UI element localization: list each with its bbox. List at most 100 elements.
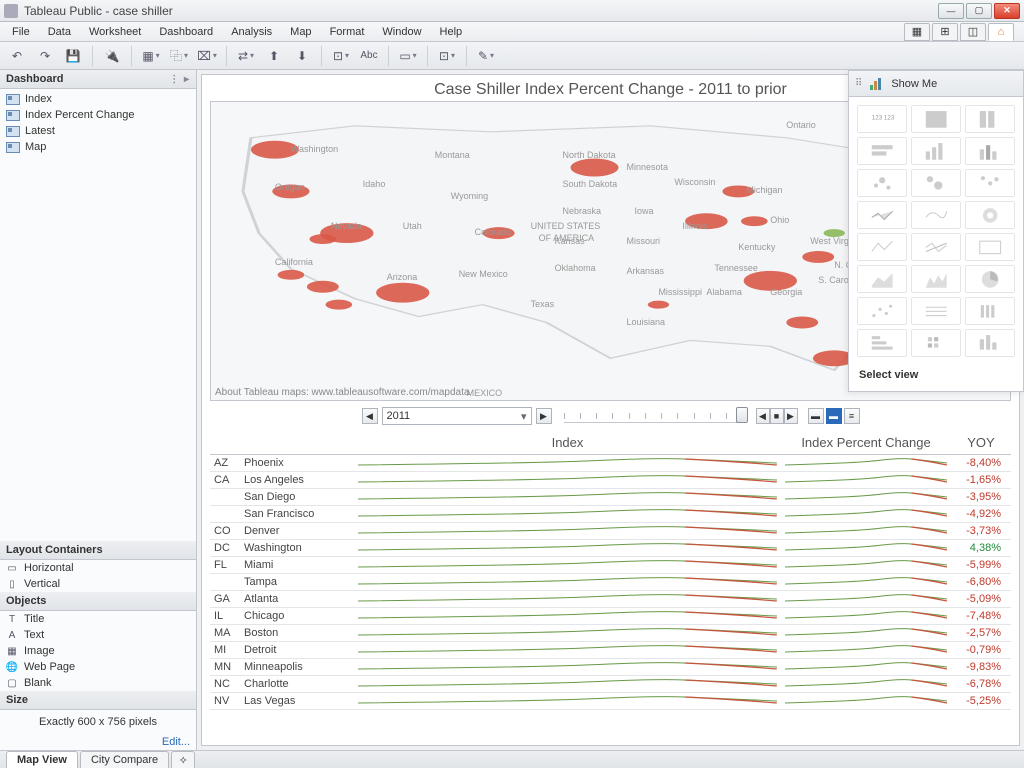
edit-size-link[interactable]: Edit... (0, 734, 196, 750)
mode-tab-home[interactable]: ⌂ (988, 23, 1014, 41)
chart-type-option[interactable] (965, 169, 1015, 197)
map-bubble[interactable] (571, 159, 619, 177)
table-row[interactable]: Tampa-6,80% (210, 574, 1011, 591)
chart-type-option[interactable] (965, 105, 1015, 133)
new-sheet-tab[interactable]: ✧ (171, 751, 195, 768)
menu-format[interactable]: Format (322, 24, 373, 40)
layout-vertical[interactable]: ▯Vertical (0, 576, 196, 592)
panel-menu-icon[interactable]: ⋮ ▸ (169, 74, 190, 85)
chart-type-option[interactable] (965, 297, 1015, 325)
highlight-button[interactable]: ✎ (475, 45, 497, 67)
sort-desc-button[interactable]: ⬇ (291, 45, 313, 67)
chart-type-option[interactable] (911, 201, 961, 229)
table-row[interactable]: MABoston-2,57% (210, 625, 1011, 642)
connect-button[interactable]: 🔌 (101, 45, 123, 67)
table-row[interactable]: San Francisco-4,92% (210, 506, 1011, 523)
chart-type-option[interactable] (965, 329, 1015, 357)
tab-city-compare[interactable]: City Compare (80, 751, 169, 768)
map-bubble[interactable] (648, 301, 669, 309)
chart-type-option[interactable] (911, 105, 961, 133)
swap-button[interactable]: ⇄ (235, 45, 257, 67)
table-row[interactable]: NCCharlotte-6,78% (210, 676, 1011, 693)
sheet-item[interactable]: Index (0, 91, 196, 107)
object-blank[interactable]: ▢Blank (0, 675, 196, 691)
chart-type-option[interactable] (911, 265, 961, 293)
sort-asc-button[interactable]: ⬆ (263, 45, 285, 67)
chart-type-option[interactable] (911, 233, 961, 261)
menu-help[interactable]: Help (432, 24, 471, 40)
play-fwd-button[interactable]: ▶ (784, 408, 798, 424)
menu-analysis[interactable]: Analysis (223, 24, 280, 40)
chart-type-option[interactable] (911, 169, 961, 197)
map-bubble[interactable] (326, 300, 353, 310)
chart-type-option[interactable] (965, 201, 1015, 229)
object-text[interactable]: AText (0, 627, 196, 643)
chart-type-option[interactable] (911, 297, 961, 325)
slider-thumb[interactable] (736, 407, 748, 423)
layout-horizontal[interactable]: ▭Horizontal (0, 560, 196, 576)
table-row[interactable]: MIDetroit-0,79% (210, 642, 1011, 659)
chart-type-option[interactable] (857, 169, 907, 197)
group-button[interactable]: ⊡ (330, 45, 352, 67)
menu-worksheet[interactable]: Worksheet (81, 24, 149, 40)
chart-type-option[interactable] (857, 233, 907, 261)
play-back-button[interactable]: ◀ (756, 408, 770, 424)
chart-type-option[interactable] (965, 265, 1015, 293)
table-row[interactable]: CALos Angeles-1,65% (210, 472, 1011, 489)
map-bubble[interactable] (278, 270, 305, 280)
year-next-button[interactable]: ▶ (536, 408, 552, 424)
object-title[interactable]: TTitle (0, 611, 196, 627)
table-row[interactable]: AZPhoenix-8,40% (210, 455, 1011, 472)
map-bubble[interactable] (741, 216, 768, 226)
table-row[interactable]: San Diego-3,95% (210, 489, 1011, 506)
label-button[interactable]: Abc (358, 45, 380, 67)
menu-map[interactable]: Map (282, 24, 319, 40)
map-bubble[interactable] (307, 281, 339, 293)
legend-mode-3[interactable]: ≡ (844, 408, 860, 424)
play-stop-button[interactable]: ■ (770, 408, 784, 424)
chart-type-option[interactable] (965, 137, 1015, 165)
menu-dashboard[interactable]: Dashboard (151, 24, 221, 40)
chart-type-option[interactable] (911, 329, 961, 357)
sheet-item[interactable]: Index Percent Change (0, 107, 196, 123)
save-button[interactable]: 💾 (62, 45, 84, 67)
close-button[interactable]: ✕ (994, 3, 1020, 19)
year-slider[interactable] (564, 409, 744, 423)
redo-button[interactable]: ↷ (34, 45, 56, 67)
object-image[interactable]: ▦Image (0, 643, 196, 659)
duplicate-button[interactable]: ⿻ (168, 45, 190, 67)
chart-type-option[interactable] (965, 233, 1015, 261)
chart-type-option[interactable] (857, 201, 907, 229)
table-row[interactable]: CODenver-3,73% (210, 523, 1011, 540)
panel-grip-icon[interactable]: ⠿ (855, 78, 863, 89)
maximize-button[interactable]: ▢ (966, 3, 992, 19)
presentation-button[interactable]: ▭ (397, 45, 419, 67)
minimize-button[interactable]: — (938, 3, 964, 19)
mode-tab-3[interactable]: ◫ (960, 23, 986, 41)
map-bubble[interactable] (802, 251, 834, 263)
chart-type-option[interactable] (857, 265, 907, 293)
mode-tab-2[interactable]: ⊞ (932, 23, 958, 41)
clear-button[interactable]: ⌧ (196, 45, 218, 67)
chart-type-option[interactable]: 123 123 (857, 105, 907, 133)
table-row[interactable]: NVLas Vegas-5,25% (210, 693, 1011, 710)
chart-type-option[interactable] (911, 137, 961, 165)
table-row[interactable]: ILChicago-7,48% (210, 608, 1011, 625)
chart-type-option[interactable] (857, 329, 907, 357)
map-bubble[interactable] (376, 283, 429, 303)
object-web-page[interactable]: 🌐Web Page (0, 659, 196, 675)
legend-mode-1[interactable]: ▬ (808, 408, 824, 424)
menu-data[interactable]: Data (40, 24, 79, 40)
table-row[interactable]: GAAtlanta-5,09% (210, 591, 1011, 608)
sheet-item[interactable]: Map (0, 139, 196, 155)
chart-type-option[interactable] (857, 297, 907, 325)
tab-map-view[interactable]: Map View (6, 751, 78, 768)
mode-tab-1[interactable]: ▦ (904, 23, 930, 41)
map-bubble[interactable] (786, 317, 818, 329)
table-row[interactable]: FLMiami-5,99% (210, 557, 1011, 574)
fit-button[interactable]: ⊡ (436, 45, 458, 67)
new-sheet-button[interactable]: ▦ (140, 45, 162, 67)
year-select[interactable]: 2011 (382, 407, 532, 425)
menu-file[interactable]: File (4, 24, 38, 40)
legend-mode-2[interactable]: ▬ (826, 408, 842, 424)
